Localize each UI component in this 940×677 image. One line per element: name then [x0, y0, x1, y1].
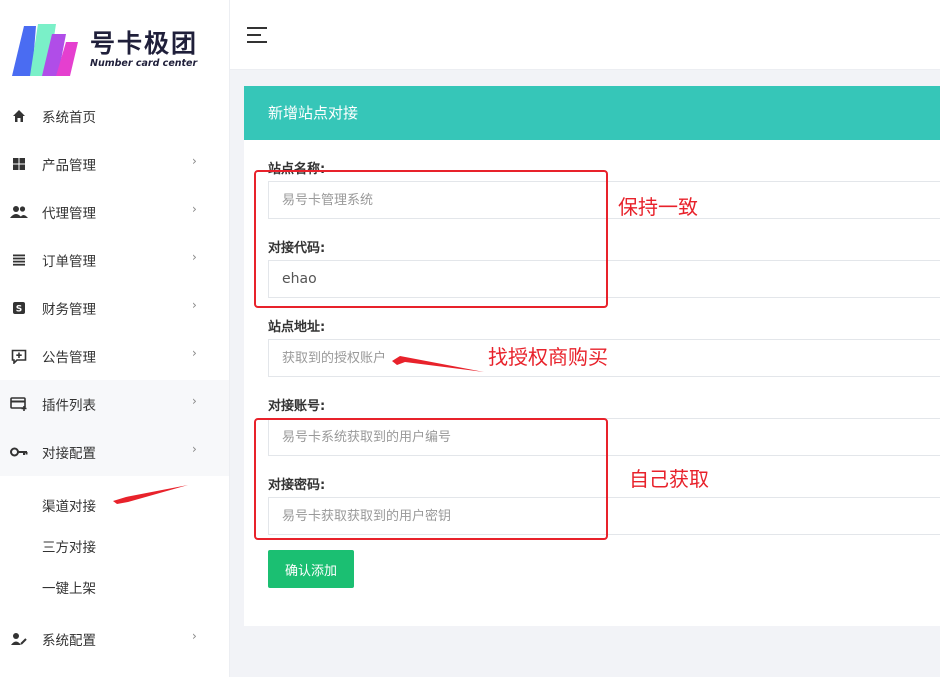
sidebar-item-label: 系统配置 [42, 633, 96, 649]
users-icon [10, 203, 28, 221]
svg-text:S: S [16, 305, 22, 315]
annotation-box-get-yourself [254, 418, 608, 540]
brand-title: 号卡极团 [90, 29, 199, 58]
key-icon [10, 443, 28, 461]
home-icon [10, 107, 28, 125]
chevron-right-icon: › [192, 629, 197, 643]
annotation-box-consistent [254, 170, 608, 308]
brand-logo[interactable]: 号卡极团 Number card center [10, 18, 225, 78]
logo-icon [12, 24, 78, 76]
confirm-add-button[interactable]: 确认添加 [268, 550, 354, 588]
sidebar-item-orders[interactable]: 订单管理 › [0, 236, 229, 284]
sidebar-item-products[interactable]: 产品管理 › [0, 140, 229, 188]
chevron-right-icon: › [192, 442, 197, 456]
dollar-icon: S [10, 299, 28, 317]
chevron-right-icon: › [192, 250, 197, 264]
menu-toggle-icon[interactable] [247, 27, 267, 43]
sidebar-item-label: 对接配置 [42, 446, 96, 462]
sidebar: 号卡极团 Number card center 系统首页 产品管理 › 代理管理… [0, 0, 230, 677]
annotation-get-yourself: 自己获取 [629, 467, 709, 491]
annotation-buy-from-agent: 找授权商购买 [488, 345, 608, 369]
sidebar-item-announcements[interactable]: 公告管理 › [0, 332, 229, 380]
annotation-keep-consistent: 保持一致 [618, 195, 698, 219]
sidebar-subitem-one-click-listing[interactable]: 一键上架 [42, 577, 96, 597]
sidebar-item-agents[interactable]: 代理管理 › [0, 188, 229, 236]
user-edit-icon [10, 630, 28, 648]
announcement-icon [10, 347, 28, 365]
sidebar-subitem-channel-docking[interactable]: 渠道对接 [42, 495, 96, 515]
sidebar-item-label: 订单管理 [42, 254, 96, 270]
brand-subtitle: Number card center [90, 58, 198, 69]
grid-icon [10, 155, 28, 173]
chevron-right-icon: › [192, 394, 197, 408]
site-address-label: 站点地址: [268, 320, 326, 335]
list-icon [10, 251, 28, 269]
chevron-right-icon: › [192, 346, 197, 360]
card-title: 新增站点对接 [244, 86, 940, 140]
sidebar-item-docking-config[interactable]: 对接配置 › [0, 428, 229, 476]
sidebar-item-label: 插件列表 [42, 398, 96, 414]
sidebar-item-label: 产品管理 [42, 158, 96, 174]
docking-account-label: 对接账号: [268, 399, 326, 414]
top-bar [230, 0, 940, 70]
chevron-right-icon: › [192, 202, 197, 216]
sidebar-item-home[interactable]: 系统首页 [0, 92, 229, 140]
sidebar-item-label: 代理管理 [42, 206, 96, 222]
sidebar-item-label: 系统首页 [42, 110, 96, 126]
sidebar-item-label: 财务管理 [42, 302, 96, 318]
sidebar-subitem-third-party-docking[interactable]: 三方对接 [42, 536, 96, 556]
sidebar-item-system-config[interactable]: 系统配置 › [0, 615, 229, 663]
sidebar-item-label: 公告管理 [42, 350, 96, 366]
chevron-right-icon: › [192, 298, 197, 312]
chevron-right-icon: › [192, 154, 197, 168]
sidebar-item-plugins[interactable]: 插件列表 › [0, 380, 229, 428]
card-plus-icon [10, 395, 28, 413]
sidebar-item-finance[interactable]: S 财务管理 › [0, 284, 229, 332]
